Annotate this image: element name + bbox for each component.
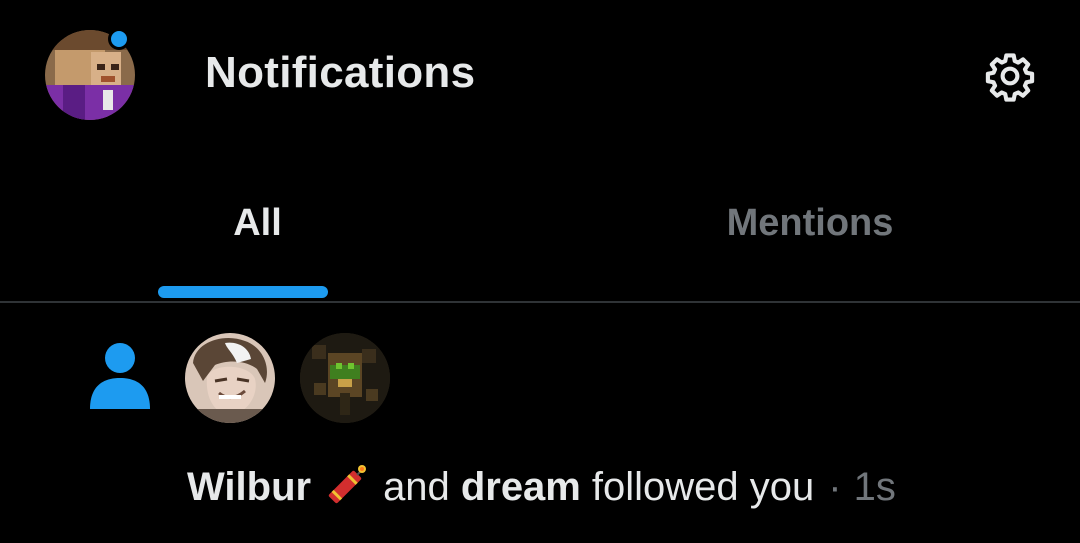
timestamp: 1s	[853, 464, 896, 509]
user-name-wilbur[interactable]: Wilbur	[187, 465, 311, 510]
unread-dot	[108, 28, 130, 50]
firecracker-emoji	[321, 463, 369, 511]
user-name-dream[interactable]: dream	[461, 465, 581, 510]
notification-text: Wilbur and dream followed you · 1s	[187, 463, 896, 511]
tab-all-label: All	[233, 202, 282, 244]
dream-avatar[interactable]	[300, 333, 390, 423]
gear-icon[interactable]	[984, 50, 1036, 102]
active-tab-indicator	[158, 286, 328, 298]
tab-mentions-label: Mentions	[726, 202, 894, 244]
notification-tabs: All Mentions	[0, 150, 1080, 303]
separator-dot: ·	[828, 464, 842, 509]
wilbur-avatar[interactable]	[185, 333, 275, 423]
notification-item[interactable]: Wilbur and dream followed you · 1s	[0, 303, 1080, 543]
tab-mentions[interactable]: Mentions	[540, 150, 1080, 301]
tab-all[interactable]: All	[0, 150, 540, 301]
connector-text: and	[383, 464, 450, 509]
person-icon	[88, 341, 152, 411]
action-text: followed you	[591, 464, 815, 509]
page-title: Notifications	[205, 48, 476, 97]
top-bar: Notifications	[0, 0, 1080, 150]
